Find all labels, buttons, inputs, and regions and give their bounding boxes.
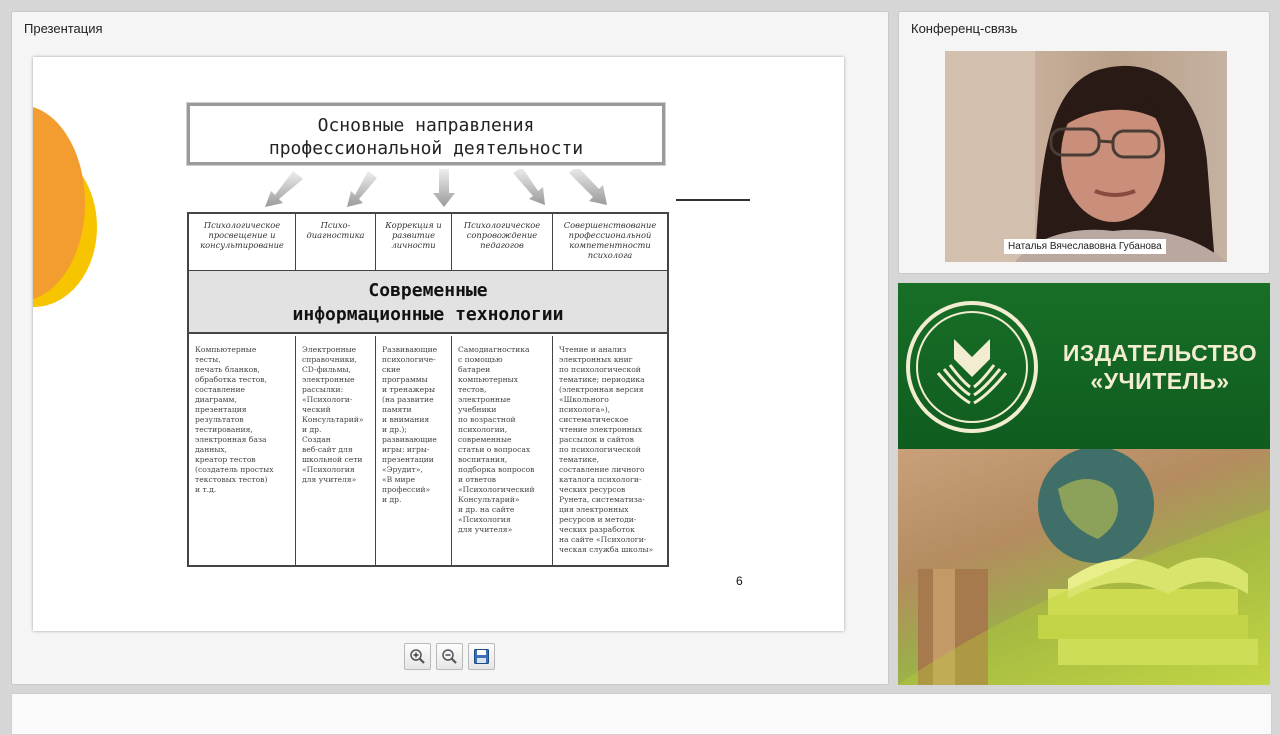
column-body: Чтение и анализ электронных книг по псих… — [559, 345, 654, 554]
save-button[interactable] — [468, 643, 495, 670]
save-icon — [474, 649, 489, 664]
presentation-panel: Презентация Основные направления професс… — [11, 11, 889, 685]
slide-table: Психологическое просвещение и консультир… — [187, 212, 669, 567]
zoom-out-icon — [442, 649, 457, 664]
speaker-video-icon — [945, 51, 1227, 262]
slide-line — [676, 199, 750, 201]
column-head: Совершенствование профессиональной компе… — [563, 220, 657, 260]
publisher-image — [898, 447, 1270, 685]
column-body: Компьютерные тесты, печать бланков, обра… — [189, 336, 296, 565]
publisher-header: ИЗДАТЕЛЬСТВО «УЧИТЕЛЬ» — [898, 283, 1270, 449]
arrow-icon — [569, 169, 607, 205]
column-body: Электронные справочники, CD-фильмы, элек… — [296, 336, 376, 565]
arrow-icon — [347, 171, 377, 207]
publisher-name: ИЗДАТЕЛЬСТВО «УЧИТЕЛЬ» — [1062, 340, 1258, 394]
presentation-panel-title: Презентация — [24, 21, 103, 36]
slide: Основные направления профессиональной де… — [33, 57, 844, 631]
books-and-globe-icon — [898, 447, 1270, 685]
table-header-row: Психологическое просвещение и консультир… — [189, 214, 667, 272]
slide-page-number: 6 — [736, 574, 743, 588]
zoom-in-icon — [410, 649, 425, 664]
column-body: Развивающие психологиче- ские программы … — [376, 336, 452, 565]
column-head: Психологическое сопровождение педагогов — [452, 214, 553, 270]
arrow-icon — [513, 169, 545, 205]
slide-title: Основные направления профессиональной де… — [186, 102, 666, 166]
bottom-bar — [11, 693, 1272, 735]
table-body-row: Компьютерные тесты, печать бланков, обра… — [189, 336, 667, 565]
column-head: Психологическое просвещение и консультир… — [189, 214, 296, 270]
column-body: Самодиагностика с помощью батареи компью… — [452, 336, 553, 565]
video-feed: Наталья Вячеславовна Губанова — [945, 51, 1227, 262]
speaker-name-label: Наталья Вячеславовна Губанова — [1004, 239, 1166, 254]
publisher-logo-icon — [906, 301, 1038, 433]
conference-panel: Конференц-связь Наталья Вячеславовна Губ… — [898, 11, 1270, 274]
presentation-toolbar — [404, 643, 495, 670]
publisher-banner: ИЗДАТЕЛЬСТВО «УЧИТЕЛЬ» — [898, 283, 1270, 685]
arrow-icon — [265, 171, 303, 207]
conference-panel-title: Конференц-связь — [911, 21, 1018, 36]
table-banner: Современные информационные технологии — [189, 271, 667, 334]
zoom-in-button[interactable] — [404, 643, 431, 670]
arrow-icon — [433, 169, 455, 207]
zoom-out-button[interactable] — [436, 643, 463, 670]
column-head: Коррекция и развитие личности — [376, 214, 452, 270]
column-head: Психо- диагностика — [296, 214, 376, 270]
